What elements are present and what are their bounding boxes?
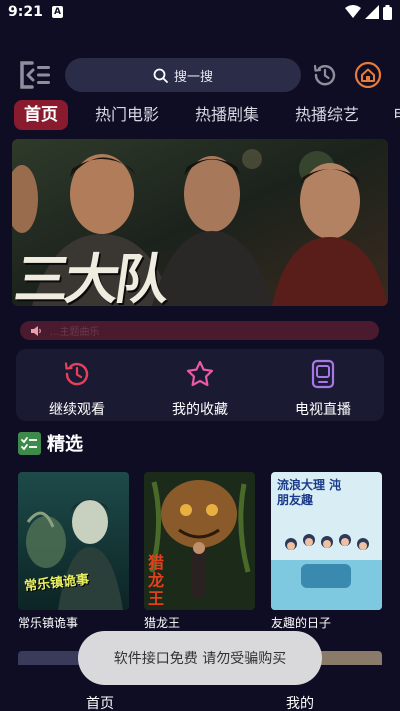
search-bar[interactable]: 搜一搜: [65, 58, 301, 92]
nav-home-label: 首页: [86, 696, 114, 711]
continue-watching-label: 继续观看: [49, 402, 105, 418]
hero-banner[interactable]: 三大队: [12, 139, 388, 306]
category-tabs: 首页 热门电影 热播剧集 热播综艺 电: [0, 100, 400, 130]
status-bar: 9:21 A: [0, 0, 400, 26]
search-icon: [153, 68, 168, 83]
wifi-icon: [345, 5, 361, 18]
tv-live-button[interactable]: 电视直播: [263, 359, 383, 418]
notification-icon: A: [52, 6, 63, 18]
favorites-button[interactable]: 我的收藏: [140, 359, 260, 418]
home-icon[interactable]: [354, 61, 382, 89]
card-title: 常乐镇诡事: [18, 616, 79, 630]
section-title: 精选: [47, 434, 83, 455]
toast-message: 软件接口免费 请勿受骗购买: [78, 631, 322, 685]
video-card[interactable]: 流浪大理 沌朋友趣 友趣的日子: [271, 472, 382, 631]
poster-title-art: 流浪大理 沌朋友趣: [277, 478, 342, 507]
poster-image: 常乐镇诡事: [18, 472, 129, 610]
continue-watching-button[interactable]: 继续观看: [17, 359, 137, 418]
tab-hot-movies[interactable]: 热门电影: [95, 100, 159, 130]
poster-image: 流浪大理 沌朋友趣: [271, 472, 382, 610]
toast-text: 软件接口免费 请勿受骗购买: [113, 651, 287, 667]
notice-text: ...主题曲乐: [50, 327, 100, 338]
search-placeholder: 搜一搜: [173, 69, 213, 85]
card-title: 猎龙王: [144, 616, 181, 630]
history-icon: [64, 362, 89, 386]
app-header: 搜一搜: [0, 56, 400, 94]
banner-title-art: 三大队: [12, 247, 170, 306]
video-card[interactable]: 常乐镇诡事 常乐镇诡事: [18, 472, 129, 631]
tv-icon: [311, 359, 335, 389]
speaker-icon: [31, 325, 41, 336]
tab-home[interactable]: 首页: [14, 100, 68, 130]
card-title: 友趣的日子: [271, 616, 332, 630]
checklist-icon: [18, 431, 41, 455]
video-card[interactable]: 猎龙王 猎龙王: [144, 472, 255, 631]
signal-icon: [365, 5, 379, 19]
battery-icon: [383, 4, 392, 20]
tab-hot-variety[interactable]: 热播综艺: [295, 100, 359, 130]
notice-bar[interactable]: ...主题曲乐: [20, 321, 379, 340]
star-icon: [186, 360, 214, 387]
poster-image: 猎龙王: [144, 472, 255, 610]
status-time: 9:21: [8, 4, 43, 20]
section-header: 精选: [18, 430, 83, 456]
quick-actions: 继续观看 我的收藏 电视直播: [16, 349, 384, 421]
tab-hot-series[interactable]: 热播剧集: [195, 100, 259, 130]
poster-title-art: 猎龙王: [148, 553, 165, 608]
menu-list-icon[interactable]: [18, 60, 52, 90]
history-icon[interactable]: [311, 61, 339, 89]
nav-mine-label: 我的: [286, 696, 314, 711]
tv-live-label: 电视直播: [295, 402, 351, 418]
favorites-label: 我的收藏: [172, 402, 228, 418]
tab-more[interactable]: 电: [393, 100, 400, 130]
